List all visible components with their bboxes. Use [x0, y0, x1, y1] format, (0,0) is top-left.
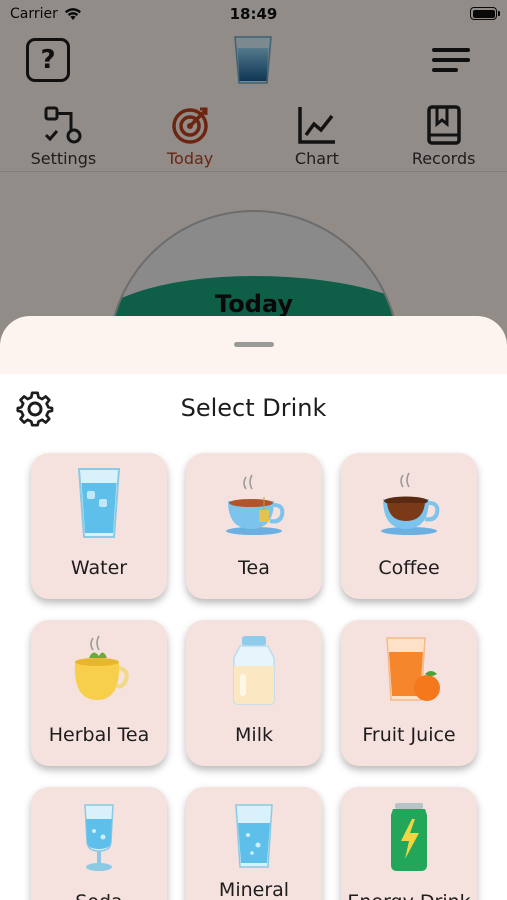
- drink-card-milk[interactable]: Milk: [186, 620, 322, 766]
- drink-label: Milk: [235, 724, 273, 746]
- drink-label: Coffee: [378, 557, 440, 579]
- fruit-juice-icon: [386, 637, 440, 701]
- drink-card-coffee[interactable]: Coffee: [341, 453, 477, 599]
- water-glass-icon: [77, 468, 121, 538]
- sheet-body: Select Drink Water Tea Coffee Herbal Tea…: [0, 374, 507, 900]
- select-drink-sheet: Select Drink Water Tea Coffee Herbal Tea…: [0, 316, 507, 900]
- coffee-cup-icon: [381, 472, 440, 535]
- drink-label: Herbal Tea: [48, 724, 150, 746]
- mineral-water-icon: [235, 804, 273, 868]
- drink-card-water[interactable]: Water: [31, 453, 167, 599]
- drink-card-fruit-juice[interactable]: Fruit Juice: [341, 620, 477, 766]
- sheet-title: Select Drink: [180, 394, 327, 422]
- herbal-tea-icon: [74, 635, 129, 700]
- energy-drink-can-icon: [391, 803, 427, 871]
- milk-bottle-icon: [233, 636, 275, 705]
- sheet-drag-handle[interactable]: [234, 342, 274, 347]
- drink-label: Mineral: [218, 879, 290, 900]
- drink-card-energy-drink[interactable]: Energy Drink: [341, 787, 477, 900]
- drink-card-tea[interactable]: Tea: [186, 453, 322, 599]
- drink-grid: Water Tea Coffee Herbal Tea Milk Fruit J…: [31, 453, 477, 900]
- drink-label: Water: [70, 557, 128, 579]
- drink-label: Energy Drink: [341, 891, 477, 900]
- drink-card-soda[interactable]: Soda: [31, 787, 167, 900]
- drink-label: Fruit Juice: [362, 724, 456, 746]
- drink-label: Soda: [31, 891, 167, 900]
- sheet-header: Select Drink: [0, 374, 507, 444]
- soda-glass-icon: [84, 804, 114, 871]
- drink-card-herbal-tea[interactable]: Herbal Tea: [31, 620, 167, 766]
- tea-cup-icon: [226, 474, 285, 535]
- drink-label: Tea: [238, 557, 270, 579]
- drink-card-mineral[interactable]: Mineral: [186, 787, 322, 900]
